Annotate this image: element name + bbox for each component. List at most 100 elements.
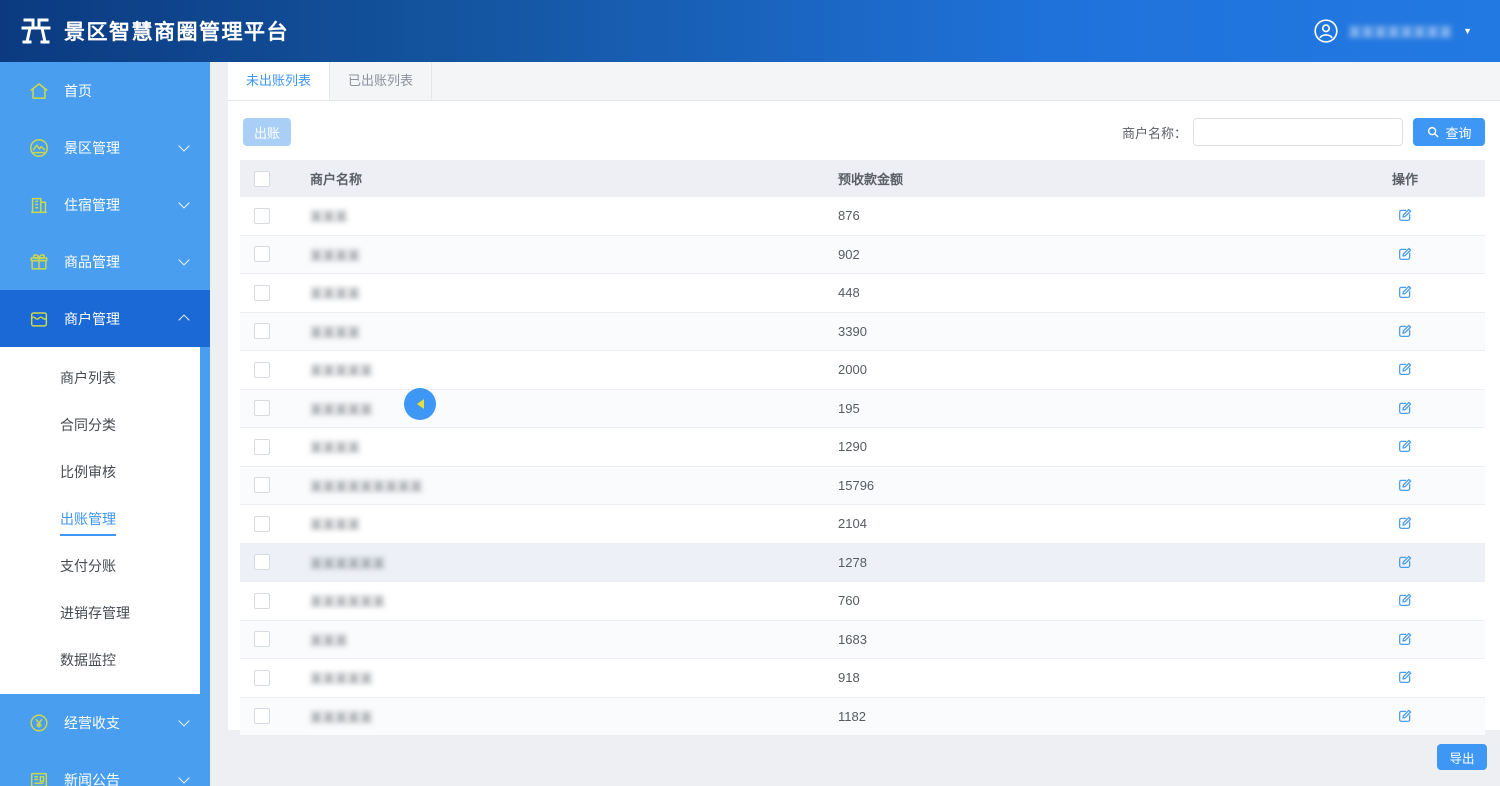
edit-button[interactable] xyxy=(1395,552,1415,572)
row-checkbox[interactable] xyxy=(254,631,270,647)
sidebar-item-lodging[interactable]: 住宿管理 xyxy=(0,176,210,233)
chevron-down-icon xyxy=(178,715,189,726)
amount-value: 1182 xyxy=(838,709,866,724)
submenu-item-data-monitoring[interactable]: 数据监控 xyxy=(0,637,200,684)
search-group: 商户名称： 查询 xyxy=(1122,118,1485,146)
sidebar-item-news[interactable]: 新闻公告 xyxy=(0,751,210,786)
edit-button[interactable] xyxy=(1395,359,1415,379)
goods-icon xyxy=(28,251,50,273)
table-header: 商户名称 预收款金额 操作 xyxy=(240,160,1485,197)
app-window: 景区智慧商圈管理平台 某某某某某某某某 ▼ 首页 xyxy=(0,0,1500,786)
search-button-label: 查询 xyxy=(1445,123,1471,142)
submenu-item-contract-category[interactable]: 合同分类 xyxy=(0,402,200,449)
table-row: 某某某某 1290 xyxy=(240,428,1485,467)
search-icon xyxy=(1426,125,1440,139)
edit-button[interactable] xyxy=(1395,475,1415,495)
tab-unbilled-list[interactable]: 未出账列表 xyxy=(228,62,330,100)
search-button[interactable]: 查询 xyxy=(1413,118,1485,146)
table-row: 某某某 876 xyxy=(240,197,1485,236)
table-row: 某某某某 2104 xyxy=(240,505,1485,544)
merchant-name: 某某某某某 xyxy=(310,403,373,417)
merchant-name: 某某某某 xyxy=(310,249,360,263)
edit-button[interactable] xyxy=(1395,513,1415,533)
scenic-icon xyxy=(28,137,50,159)
merchant-name: 某某某 xyxy=(310,634,348,648)
merchant-name: 某某某某 xyxy=(310,518,360,532)
merchant-name-input[interactable] xyxy=(1193,118,1403,146)
chevron-down-icon xyxy=(178,197,189,208)
merchant-name: 某某某某某 xyxy=(310,672,373,686)
edit-button[interactable] xyxy=(1395,590,1415,610)
topbar: 景区智慧商圈管理平台 某某某某某某某某 ▼ xyxy=(0,0,1500,62)
row-checkbox[interactable] xyxy=(254,323,270,339)
amount-value: 902 xyxy=(838,247,860,262)
edit-button[interactable] xyxy=(1395,282,1415,302)
billing-table: 商户名称 预收款金额 操作 某某某 876 某某某某 902 xyxy=(240,160,1485,736)
row-checkbox[interactable] xyxy=(254,708,270,724)
table-row: 某某某某某 2000 xyxy=(240,351,1485,390)
edit-button[interactable] xyxy=(1395,667,1415,687)
submenu-label: 出账管理 xyxy=(60,509,116,536)
sidebar-item-goods[interactable]: 商品管理 xyxy=(0,233,210,290)
chevron-down-icon xyxy=(178,140,189,151)
merchant-name-label: 商户名称： xyxy=(1122,123,1187,142)
tab-billed-list[interactable]: 已出账列表 xyxy=(330,62,432,100)
merchant-name: 某某某某某 xyxy=(310,364,373,378)
row-checkbox[interactable] xyxy=(254,477,270,493)
row-checkbox[interactable] xyxy=(254,400,270,416)
row-checkbox[interactable] xyxy=(254,554,270,570)
export-button[interactable]: 导出 xyxy=(1437,744,1487,770)
sidebar-item-finance[interactable]: 经营收支 xyxy=(0,694,210,751)
sidebar-item-scenic[interactable]: 景区管理 xyxy=(0,119,210,176)
row-checkbox[interactable] xyxy=(254,593,270,609)
row-checkbox[interactable] xyxy=(254,246,270,262)
edit-button[interactable] xyxy=(1395,321,1415,341)
row-checkbox[interactable] xyxy=(254,362,270,378)
table-row: 某某某某某某 760 xyxy=(240,582,1485,621)
merchant-icon xyxy=(28,308,50,330)
amount-value: 2104 xyxy=(838,516,867,531)
edit-button[interactable] xyxy=(1395,436,1415,456)
billing-button[interactable]: 出账 xyxy=(243,118,291,146)
submenu-item-billing-management[interactable]: 出账管理 xyxy=(0,496,200,543)
amount-value: 195 xyxy=(838,401,860,416)
submenu-item-inventory-management[interactable]: 进销存管理 xyxy=(0,590,200,637)
edit-button[interactable] xyxy=(1395,244,1415,264)
sidebar-item-home[interactable]: 首页 xyxy=(0,62,210,119)
submenu-label: 数据监控 xyxy=(60,650,116,677)
submenu-item-payment-split[interactable]: 支付分账 xyxy=(0,543,200,590)
amount-value: 1683 xyxy=(838,632,867,647)
sidebar-item-label: 景区管理 xyxy=(64,138,120,158)
sidebar-collapse-toggle[interactable] xyxy=(404,388,436,420)
col-header-actions: 操作 xyxy=(1325,169,1485,188)
row-checkbox[interactable] xyxy=(254,285,270,301)
submenu-label: 合同分类 xyxy=(60,415,116,442)
submenu-item-merchant-list[interactable]: 商户列表 xyxy=(0,355,200,402)
edit-button[interactable] xyxy=(1395,398,1415,418)
merchant-name: 某某某某 xyxy=(310,326,360,340)
edit-button[interactable] xyxy=(1395,205,1415,225)
select-all-checkbox[interactable] xyxy=(254,171,270,187)
user-menu[interactable]: 某某某某某某某某 ▼ xyxy=(1313,18,1472,44)
tab-bar: 未出账列表 已出账列表 xyxy=(228,62,1500,101)
chevron-down-icon: ▼ xyxy=(1463,26,1472,36)
news-icon xyxy=(28,769,50,786)
table-row: 某某某某 902 xyxy=(240,236,1485,275)
sidebar-item-merchant[interactable]: 商户管理 xyxy=(0,290,210,347)
submenu-item-ratio-review[interactable]: 比例审核 xyxy=(0,449,200,496)
edit-button[interactable] xyxy=(1395,629,1415,649)
edit-button[interactable] xyxy=(1395,706,1415,726)
amount-value: 2000 xyxy=(838,362,867,377)
sidebar-item-label: 住宿管理 xyxy=(64,195,120,215)
row-checkbox[interactable] xyxy=(254,439,270,455)
row-checkbox[interactable] xyxy=(254,670,270,686)
lodging-icon xyxy=(28,194,50,216)
table-row: 某某某某某 1182 xyxy=(240,698,1485,737)
row-checkbox[interactable] xyxy=(254,516,270,532)
sidebar-item-label: 经营收支 xyxy=(64,713,120,733)
table-row: 某某某某某 918 xyxy=(240,659,1485,698)
row-checkbox[interactable] xyxy=(254,208,270,224)
merchant-name: 某某某 xyxy=(310,210,348,224)
table-body: 某某某 876 某某某某 902 某某某某 448 xyxy=(240,197,1485,736)
home-icon xyxy=(28,80,50,102)
